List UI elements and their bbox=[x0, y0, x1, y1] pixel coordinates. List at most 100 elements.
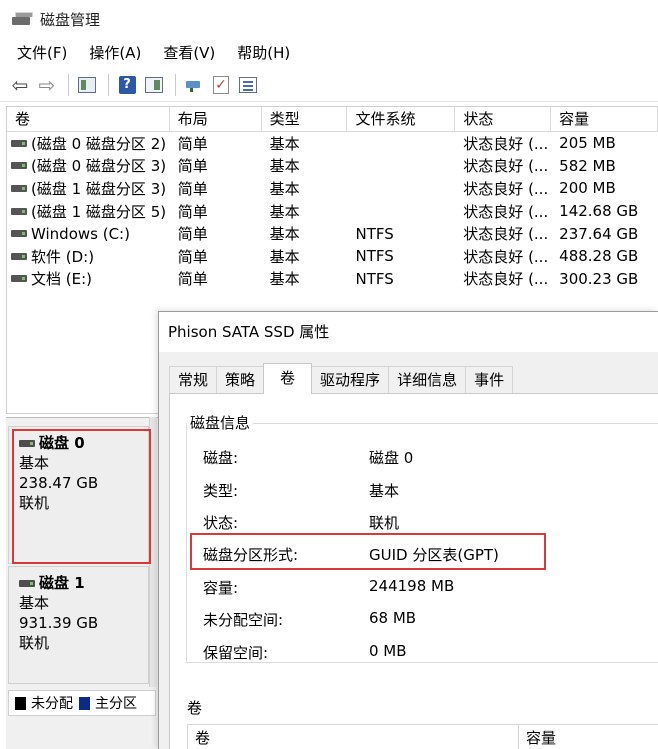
disk-name: 磁盘 1 bbox=[39, 574, 85, 592]
volume-filesystem: NTFS bbox=[355, 224, 394, 243]
disk-management-icon bbox=[12, 11, 33, 27]
disk-size: 238.47 GB bbox=[19, 474, 99, 492]
help-icon[interactable]: ? bbox=[115, 73, 139, 97]
column-header-capacity[interactable]: 容量 bbox=[551, 107, 658, 131]
forward-arrow-icon[interactable]: ⇨ bbox=[35, 73, 59, 97]
volumes-label: 卷 bbox=[187, 699, 203, 717]
column-header-capacity[interactable]: 容量 bbox=[519, 725, 556, 749]
volume-icon bbox=[11, 139, 27, 147]
prop-value: 基本 bbox=[369, 482, 400, 500]
table-row[interactable]: (磁盘 0 磁盘分区 2) 简单 基本 状态良好 (... 205 MB bbox=[7, 132, 658, 155]
volume-layout: 简单 bbox=[177, 225, 208, 244]
disk-properties-dialog: Phison SATA SSD 属性 常规 策略 卷 驱动程序 详细信息 事件 … bbox=[158, 311, 658, 749]
volume-status: 状态良好 (... bbox=[463, 179, 549, 198]
volume-name: (磁盘 0 磁盘分区 3) bbox=[31, 157, 167, 176]
table-row[interactable]: (磁盘 1 磁盘分区 5) 简单 基本 状态良好 (... 142.68 GB bbox=[7, 200, 658, 223]
action-pane-icon[interactable] bbox=[142, 73, 166, 97]
volume-status: 状态良好 (... bbox=[463, 225, 549, 244]
table-row[interactable]: 文档 (E:) 简单 基本 NTFS 状态良好 (... 300.23 GB bbox=[7, 268, 658, 291]
prop-row-partition-style: 磁盘分区形式: GUID 分区表(GPT) bbox=[203, 544, 499, 565]
volume-icon bbox=[11, 275, 27, 283]
volume-icon bbox=[11, 207, 27, 215]
partition-legend: 未分配 主分区 bbox=[8, 690, 156, 716]
volume-type: 基本 bbox=[269, 202, 300, 221]
check-icon[interactable]: ✓ bbox=[209, 73, 233, 97]
volume-icon bbox=[11, 184, 27, 192]
disk-0-card[interactable]: 磁盘 0 基本 238.47 GB 联机 bbox=[8, 426, 149, 564]
tab-details[interactable]: 详细信息 bbox=[388, 366, 467, 394]
tab-general[interactable]: 常规 bbox=[169, 366, 218, 394]
connect-icon[interactable] bbox=[182, 73, 206, 97]
tab-policies[interactable]: 策略 bbox=[216, 366, 265, 394]
disk-icon bbox=[19, 579, 35, 587]
volume-status: 状态良好 (... bbox=[463, 134, 549, 153]
table-row[interactable]: Windows (C:) 简单 基本 NTFS 状态良好 (... 237.64… bbox=[7, 222, 658, 245]
volume-capacity: 488.28 GB bbox=[559, 247, 639, 266]
prop-value: GUID 分区表(GPT) bbox=[369, 546, 499, 564]
prop-key: 状态: bbox=[203, 514, 239, 532]
prop-row-reserved: 保留空间: 0 MB bbox=[203, 642, 407, 663]
prop-key: 容量: bbox=[203, 579, 239, 597]
disk-status: 联机 bbox=[19, 494, 50, 512]
volumes-table-header: 卷 容量 bbox=[187, 724, 658, 749]
menu-view[interactable]: 查看(V) bbox=[152, 38, 226, 68]
toolbar-separator bbox=[175, 73, 176, 96]
prop-key: 未分配空间: bbox=[203, 611, 284, 629]
tab-driver[interactable]: 驱动程序 bbox=[311, 366, 390, 394]
pane-scrollbar[interactable] bbox=[149, 417, 157, 687]
properties-list-icon[interactable] bbox=[236, 73, 260, 97]
toolbar-separator bbox=[68, 73, 69, 96]
prop-key: 保留空间: bbox=[203, 644, 269, 662]
volume-filesystem: NTFS bbox=[355, 269, 394, 288]
column-header-type[interactable]: 类型 bbox=[262, 107, 348, 131]
volume-capacity: 582 MB bbox=[559, 156, 616, 175]
volume-status: 状态良好 (... bbox=[463, 247, 549, 266]
column-header-volume[interactable]: 卷 bbox=[188, 725, 519, 749]
volume-name: Windows (C:) bbox=[31, 224, 130, 243]
volume-type: 基本 bbox=[269, 134, 300, 153]
volume-name: (磁盘 1 磁盘分区 5) bbox=[31, 202, 167, 221]
prop-key: 磁盘: bbox=[203, 449, 239, 467]
disk-info-title: 磁盘信息 bbox=[187, 412, 254, 433]
legend-unallocated: 未分配 bbox=[31, 696, 73, 712]
disk-icon bbox=[19, 439, 35, 447]
disk-size: 931.39 GB bbox=[19, 614, 99, 632]
show-hide-console-tree-icon[interactable] bbox=[75, 73, 99, 97]
menu-file[interactable]: 文件(F) bbox=[6, 38, 78, 68]
volume-name: 软件 (D:) bbox=[31, 247, 95, 266]
volume-layout: 简单 bbox=[177, 247, 208, 266]
disk-1-card[interactable]: 磁盘 1 基本 931.39 GB 联机 bbox=[8, 566, 149, 684]
volume-list-header: 卷 布局 类型 文件系统 状态 容量 bbox=[7, 107, 658, 132]
prop-value: 244198 MB bbox=[369, 577, 455, 595]
volume-type: 基本 bbox=[269, 225, 300, 244]
table-row[interactable]: (磁盘 1 磁盘分区 3) 简单 基本 状态良好 (... 200 MB bbox=[7, 177, 658, 200]
volume-name: (磁盘 1 磁盘分区 3) bbox=[31, 179, 167, 198]
prop-value: 联机 bbox=[369, 514, 400, 532]
prop-key: 类型: bbox=[203, 482, 239, 500]
volume-type: 基本 bbox=[269, 270, 300, 289]
prop-row-type: 类型: 基本 bbox=[203, 480, 399, 501]
toolbar: ⇦ ⇨ ? ✓ bbox=[0, 68, 658, 102]
column-header-status[interactable]: 状态 bbox=[455, 107, 552, 131]
menu-help[interactable]: 帮助(H) bbox=[226, 38, 301, 68]
table-row[interactable]: 软件 (D:) 简单 基本 NTFS 状态良好 (... 488.28 GB bbox=[7, 245, 658, 268]
volume-name: (磁盘 0 磁盘分区 2) bbox=[31, 134, 167, 153]
dialog-tabs: 常规 策略 卷 驱动程序 详细信息 事件 bbox=[169, 363, 514, 394]
back-arrow-icon[interactable]: ⇦ bbox=[8, 73, 32, 97]
prop-value: 磁盘 0 bbox=[369, 449, 414, 467]
dialog-title: Phison SATA SSD 属性 bbox=[159, 312, 658, 352]
column-header-layout[interactable]: 布局 bbox=[170, 107, 262, 131]
column-header-volume[interactable]: 卷 bbox=[7, 107, 170, 131]
prop-row-unallocated: 未分配空间: 68 MB bbox=[203, 609, 416, 630]
disk-name: 磁盘 0 bbox=[39, 434, 85, 452]
table-row[interactable]: (磁盘 0 磁盘分区 3) 简单 基本 状态良好 (... 582 MB bbox=[7, 155, 658, 178]
tab-volumes[interactable]: 卷 bbox=[263, 363, 313, 394]
disk-type: 基本 bbox=[19, 454, 50, 472]
volume-filesystem: NTFS bbox=[355, 247, 394, 266]
volume-capacity: 142.68 GB bbox=[559, 202, 639, 221]
column-header-filesystem[interactable]: 文件系统 bbox=[347, 107, 456, 131]
volume-capacity: 237.64 GB bbox=[559, 224, 639, 243]
tab-events[interactable]: 事件 bbox=[465, 366, 514, 394]
volume-status: 状态良好 (... bbox=[463, 202, 549, 221]
menu-action[interactable]: 操作(A) bbox=[78, 38, 152, 68]
